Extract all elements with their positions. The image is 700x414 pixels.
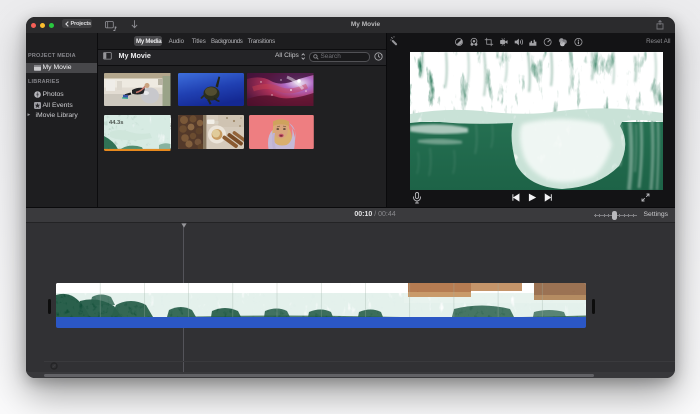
svg-text:44.3s: 44.3s: [109, 120, 123, 126]
